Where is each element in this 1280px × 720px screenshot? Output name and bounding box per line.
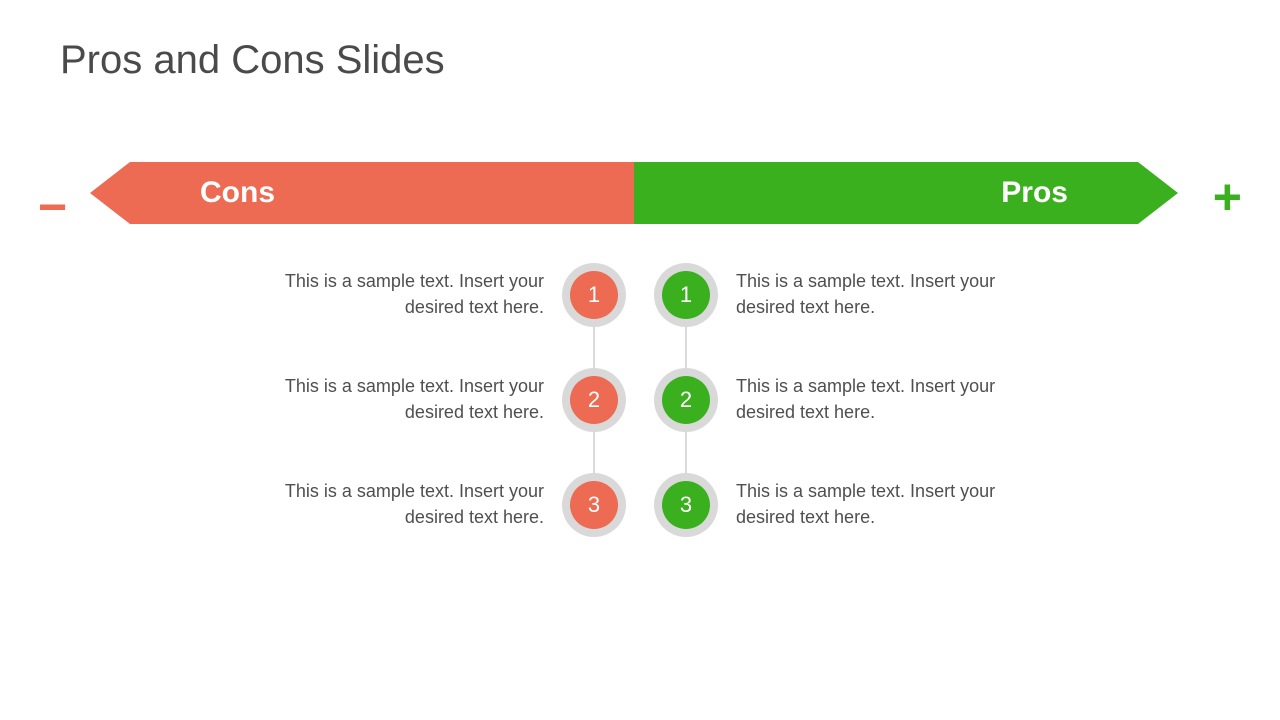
badge-outer: 3 — [562, 473, 626, 537]
slide-title: Pros and Cons Slides — [60, 38, 445, 83]
badge-outer: 3 — [654, 473, 718, 537]
pros-column: 1 This is a sample text. Insert your des… — [654, 242, 1034, 557]
cons-arrow: Cons — [130, 162, 634, 224]
pros-item: 3 This is a sample text. Insert your des… — [654, 452, 1034, 557]
pros-arrow: Pros — [634, 162, 1138, 224]
minus-icon: − — [38, 182, 67, 232]
plus-icon: + — [1213, 172, 1242, 222]
cons-column: 1 This is a sample text. Insert your des… — [246, 242, 626, 557]
pros-item-text: This is a sample text. Insert your desir… — [718, 479, 1034, 529]
cons-item: 2 This is a sample text. Insert your des… — [246, 347, 626, 452]
number-badge-icon: 3 — [570, 481, 618, 529]
number-badge-icon: 2 — [662, 376, 710, 424]
content-columns: 1 This is a sample text. Insert your des… — [0, 242, 1280, 557]
cons-item-text: This is a sample text. Insert your desir… — [246, 479, 562, 529]
cons-item: 1 This is a sample text. Insert your des… — [246, 242, 626, 347]
pros-item-text: This is a sample text. Insert your desir… — [718, 269, 1034, 319]
number-badge-icon: 2 — [570, 376, 618, 424]
cons-item-text: This is a sample text. Insert your desir… — [246, 374, 562, 424]
number-badge-icon: 3 — [662, 481, 710, 529]
pros-item: 2 This is a sample text. Insert your des… — [654, 347, 1034, 452]
badge-outer: 2 — [562, 368, 626, 432]
number-badge-icon: 1 — [570, 271, 618, 319]
number-badge-icon: 1 — [662, 271, 710, 319]
pros-item: 1 This is a sample text. Insert your des… — [654, 242, 1034, 347]
badge-outer: 1 — [562, 263, 626, 327]
cons-item: 3 This is a sample text. Insert your des… — [246, 452, 626, 557]
pros-item-text: This is a sample text. Insert your desir… — [718, 374, 1034, 424]
arrow-bar: Cons Pros — [130, 162, 1138, 224]
cons-label: Cons — [200, 176, 275, 210]
badge-outer: 1 — [654, 263, 718, 327]
pros-label: Pros — [1001, 176, 1068, 210]
badge-outer: 2 — [654, 368, 718, 432]
cons-item-text: This is a sample text. Insert your desir… — [246, 269, 562, 319]
